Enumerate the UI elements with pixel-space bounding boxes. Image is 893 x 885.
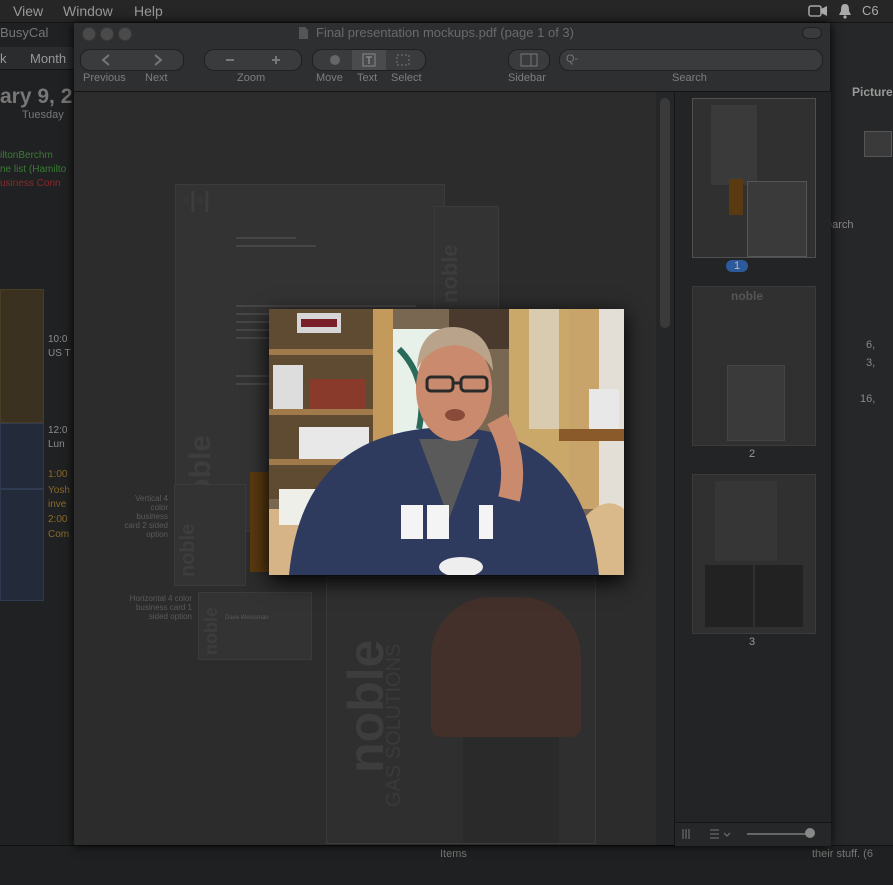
sidebar-toggle-button[interactable] <box>508 49 550 71</box>
sidebar-label: Sidebar <box>508 72 546 84</box>
webcam-feed-image <box>269 309 624 575</box>
all-day-event[interactable]: ne list (Hamilto <box>0 164 66 175</box>
vertical-card-sample-brand-word: noble <box>177 523 199 577</box>
previous-button-label[interactable]: Previous <box>83 72 126 84</box>
thumb-brand-word: noble <box>731 289 763 303</box>
brochure-brand-sub: GAS SOLUTIONS <box>383 643 405 807</box>
slider-knob[interactable] <box>805 828 815 838</box>
zoom-in-icon[interactable] <box>269 53 283 67</box>
thumbnail-size-icon[interactable] <box>681 828 691 840</box>
page-number-label: 3 <box>749 636 756 648</box>
pdf-document-icon <box>299 27 308 39</box>
calendar-app-background: BusyCal k Month ary 9, 2 Tuesday iltonBe… <box>0 23 80 884</box>
vertical-card-sample: noble <box>174 484 246 586</box>
segment-week[interactable]: k <box>0 51 7 66</box>
calendar-weekday: Tuesday <box>22 109 64 121</box>
thumbnail-sidebar: 1 noble 2 3 <box>674 92 831 846</box>
page-thumbnail-1[interactable] <box>692 98 816 258</box>
menu-bar: View Window Help C6 <box>0 0 893 23</box>
all-day-event[interactable]: usiness Conn <box>0 178 61 189</box>
search-input[interactable]: Q- <box>566 53 578 65</box>
menu-extra-c6[interactable]: C6 <box>862 3 879 18</box>
vertical-scrollbar[interactable] <box>660 98 670 328</box>
stat-number: 3, <box>866 357 876 369</box>
video-camera-icon[interactable] <box>808 4 828 18</box>
calendar-event-time[interactable]: 10:0 <box>48 334 67 345</box>
search-field[interactable]: Q- <box>559 49 823 71</box>
horizontal-card-sample: Dave Weissman noble <box>198 592 312 660</box>
horizontal-card-brand-word: noble <box>201 607 221 655</box>
text-tool-selected[interactable] <box>352 50 386 70</box>
stat-number: 16, <box>860 393 876 405</box>
tool-mode-control <box>312 49 426 71</box>
brochure-page: noble GAS SOLUTIONS <box>326 576 596 844</box>
vertical-card-brand-word: noble <box>437 244 462 303</box>
zoom-label: Zoom <box>237 72 266 84</box>
background-app-right: Picture earch 6, 3, 16, <box>826 23 893 884</box>
calendar-view-segments: k Month <box>0 47 80 70</box>
next-arrow-icon[interactable] <box>151 53 165 67</box>
menu-window[interactable]: Window <box>63 3 113 19</box>
horizontal-card-note: Horizontal 4 color business card 1 sided… <box>129 594 192 621</box>
letterhead-logo-mark: ◦|◦| <box>182 187 210 212</box>
worker-photo <box>431 597 581 737</box>
menu-help[interactable]: Help <box>134 3 163 19</box>
calendar-event-time[interactable]: 12:0 <box>48 425 67 436</box>
calendar-date-heading: ary 9, 2 <box>0 85 73 108</box>
move-label: Move <box>316 72 343 84</box>
menu-view[interactable]: View <box>13 3 43 19</box>
close-button[interactable] <box>82 27 96 41</box>
page-thumbnail-2[interactable]: noble <box>692 286 816 446</box>
vertical-card-front: noble <box>434 206 499 318</box>
select-marquee-icon[interactable] <box>395 53 411 67</box>
page-thumbnail-3[interactable] <box>692 474 816 634</box>
calendar-app-title: BusyCal <box>0 25 49 40</box>
sidebar-icon <box>520 53 538 67</box>
background-bottom-strip: Items their stuff. (6 <box>0 845 893 885</box>
window-title: Final presentation mockups.pdf (page 1 o… <box>316 25 574 40</box>
calendar-event-block[interactable] <box>0 289 44 423</box>
page-number-badge: 1 <box>726 260 749 272</box>
toolbar-toggle-button[interactable] <box>802 27 822 39</box>
calendar-event-time[interactable]: 2:00 <box>48 514 67 525</box>
select-label: Select <box>391 72 422 84</box>
card-name: Dave Weissman <box>225 615 269 621</box>
video-chat-overlay[interactable] <box>269 309 624 575</box>
calendar-event-title[interactable]: inve <box>48 499 66 510</box>
zoom-window-button[interactable] <box>118 27 132 41</box>
segment-month[interactable]: Month <box>30 51 66 66</box>
zoom-control <box>204 49 302 71</box>
calendar-event-title[interactable]: Yosh <box>48 485 70 496</box>
text-cursor-icon <box>362 53 376 67</box>
stat-number: 6, <box>866 339 876 351</box>
calendar-event-time[interactable]: 1:00 <box>48 469 67 480</box>
text-label: Text <box>357 72 378 84</box>
move-hand-icon[interactable] <box>327 52 343 68</box>
bottom-right-text: their stuff. (6 <box>812 848 873 860</box>
orange-card-edge <box>250 472 270 572</box>
calendar-event-title[interactable]: Lun <box>48 439 65 450</box>
all-day-event[interactable]: iltonBerchm <box>0 150 53 161</box>
view-options-icon[interactable] <box>709 828 731 840</box>
zoom-out-icon[interactable] <box>223 53 237 67</box>
notification-bell-icon[interactable] <box>838 3 852 19</box>
prev-next-control <box>80 49 184 71</box>
worker-photo-lower <box>463 737 559 843</box>
minimize-button[interactable] <box>100 27 114 41</box>
previous-arrow-icon[interactable] <box>99 53 113 67</box>
picture-thumbnail[interactable] <box>864 131 892 157</box>
bottom-left-text: Items <box>440 848 467 860</box>
page-number-label: 2 <box>749 448 756 460</box>
calendar-event-title[interactable]: US T <box>48 348 71 359</box>
sidebar-bottom-bar <box>675 822 831 846</box>
thumbnail-size-slider[interactable] <box>747 833 811 835</box>
preview-toolbar: Final presentation mockups.pdf (page 1 o… <box>74 23 830 92</box>
calendar-event-block[interactable] <box>0 489 44 601</box>
vertical-card-note: Vertical 4 color business card 2 sided o… <box>124 494 168 539</box>
search-label: Search <box>672 72 707 84</box>
pictures-label: Picture <box>852 85 893 99</box>
next-button-label[interactable]: Next <box>145 72 168 84</box>
calendar-event-block[interactable] <box>0 423 44 489</box>
calendar-event-title[interactable]: Com <box>48 529 69 540</box>
